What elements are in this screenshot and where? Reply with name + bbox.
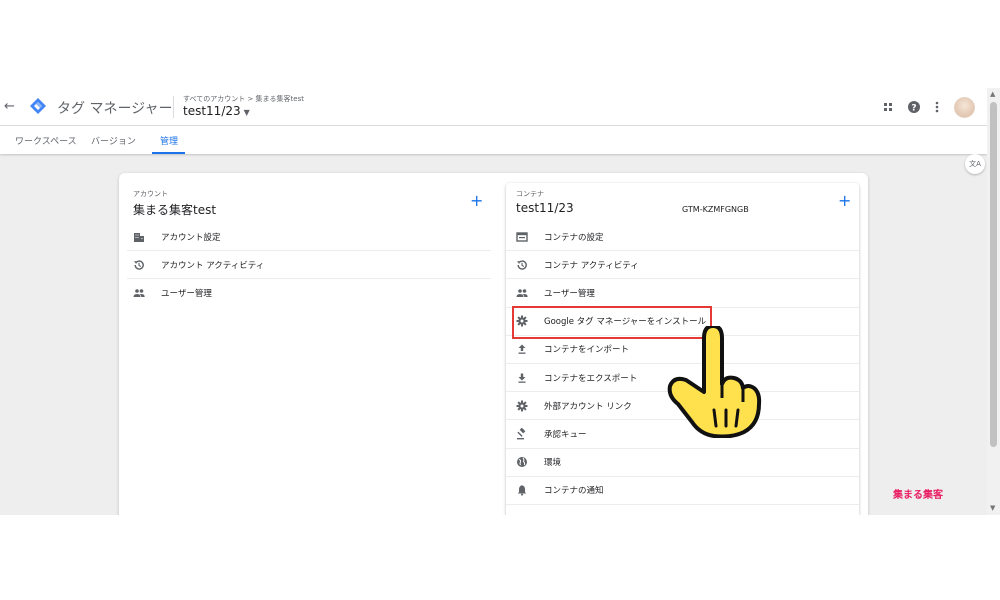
container-selector[interactable]: test11/23 ▼ — [183, 104, 250, 118]
scrollbar[interactable]: ▲ ▼ — [987, 88, 1000, 515]
tab-bar: ワークスペース バージョン 管理 — [0, 126, 987, 154]
scroll-down-icon[interactable]: ▼ — [990, 504, 995, 512]
header-divider — [173, 96, 174, 118]
people-icon — [516, 289, 528, 297]
caret-down-icon: ▼ — [243, 108, 250, 117]
help-icon[interactable]: ? — [907, 100, 921, 114]
people-icon — [133, 289, 145, 298]
tab-admin[interactable]: 管理 — [160, 134, 178, 147]
translate-icon[interactable]: 文A — [965, 154, 985, 174]
upload-icon — [518, 344, 526, 355]
container-user-management-item[interactable]: ユーザー管理 — [506, 279, 859, 308]
container-activity-item[interactable]: コンテナ アクティビティ — [506, 251, 859, 280]
app-bar: ← タグ マネージャー すべてのアカウント > 集まる集客test test11… — [0, 88, 987, 126]
download-icon — [518, 373, 526, 383]
menu-item-label: 承認キュー — [544, 429, 587, 440]
container-settings-item[interactable]: コンテナの設定 — [506, 223, 859, 252]
container-section-label: コンテナ — [516, 190, 544, 198]
account-user-management-item[interactable]: ユーザー管理 — [127, 279, 491, 307]
history-icon — [134, 260, 144, 270]
menu-item-label: コンテナの設定 — [544, 232, 604, 243]
menu-item-label: ユーザー管理 — [544, 288, 595, 299]
active-tab-indicator — [152, 152, 185, 154]
pointing-hand-icon — [667, 326, 762, 438]
container-name: test11/23 — [516, 201, 574, 215]
account-settings-item[interactable]: アカウント設定 — [127, 223, 491, 252]
bell-icon — [517, 485, 527, 496]
history-icon — [517, 260, 527, 270]
account-activity-item[interactable]: アカウント アクティビティ — [127, 251, 491, 280]
add-container-button[interactable]: + — [838, 193, 851, 209]
scroll-thumb[interactable] — [990, 102, 997, 447]
container-notifications-item[interactable]: コンテナの通知 — [506, 477, 859, 505]
scroll-up-icon[interactable]: ▲ — [990, 90, 995, 98]
menu-item-label: コンテナをインポート — [544, 345, 630, 356]
add-account-button[interactable]: + — [470, 193, 483, 209]
apps-grid-icon[interactable] — [881, 100, 895, 114]
building-icon — [134, 232, 144, 242]
more-vert-icon[interactable] — [930, 100, 944, 114]
account-menu: アカウント設定 アカウント アクティビティ ユーザー管理 — [127, 223, 491, 308]
tab-workspace[interactable]: ワークスペース — [15, 134, 77, 147]
environments-item[interactable]: 環境 — [506, 449, 859, 477]
account-name: 集まる集客test — [133, 203, 217, 217]
gavel-icon — [517, 427, 526, 440]
breadcrumb[interactable]: すべてのアカウント > 集まる集客test — [183, 94, 304, 104]
globe-icon — [517, 457, 527, 468]
back-arrow-icon[interactable]: ← — [4, 99, 15, 114]
menu-item-label: コンテナの通知 — [544, 486, 604, 497]
tag-manager-logo-icon — [30, 98, 46, 114]
menu-item-label: 環境 — [544, 458, 562, 469]
account-section-label: アカウント — [133, 190, 168, 198]
svg-text:?: ? — [911, 104, 916, 114]
avatar[interactable] — [954, 97, 975, 118]
menu-item-label: アカウント設定 — [161, 232, 221, 243]
menu-item-label: 外部アカウント リンク — [544, 401, 632, 412]
menu-item-label: コンテナ アクティビティ — [544, 260, 639, 271]
app-screen: ← タグ マネージャー すべてのアカウント > 集まる集客test test11… — [0, 88, 1000, 515]
menu-item-label: アカウント アクティビティ — [161, 260, 265, 271]
container-id: GTM-KZMFGNGB — [682, 205, 749, 214]
menu-item-label: ユーザー管理 — [161, 289, 212, 300]
brand-watermark: 集まる集客 — [893, 490, 943, 501]
menu-item-label: コンテナをエクスポート — [544, 373, 638, 384]
container-selector-label: test11/23 — [183, 104, 241, 118]
app-name: タグ マネージャー — [57, 101, 173, 117]
settings-panel-icon — [516, 231, 528, 242]
gear-icon — [516, 400, 528, 412]
tab-versions[interactable]: バージョン — [91, 134, 136, 147]
